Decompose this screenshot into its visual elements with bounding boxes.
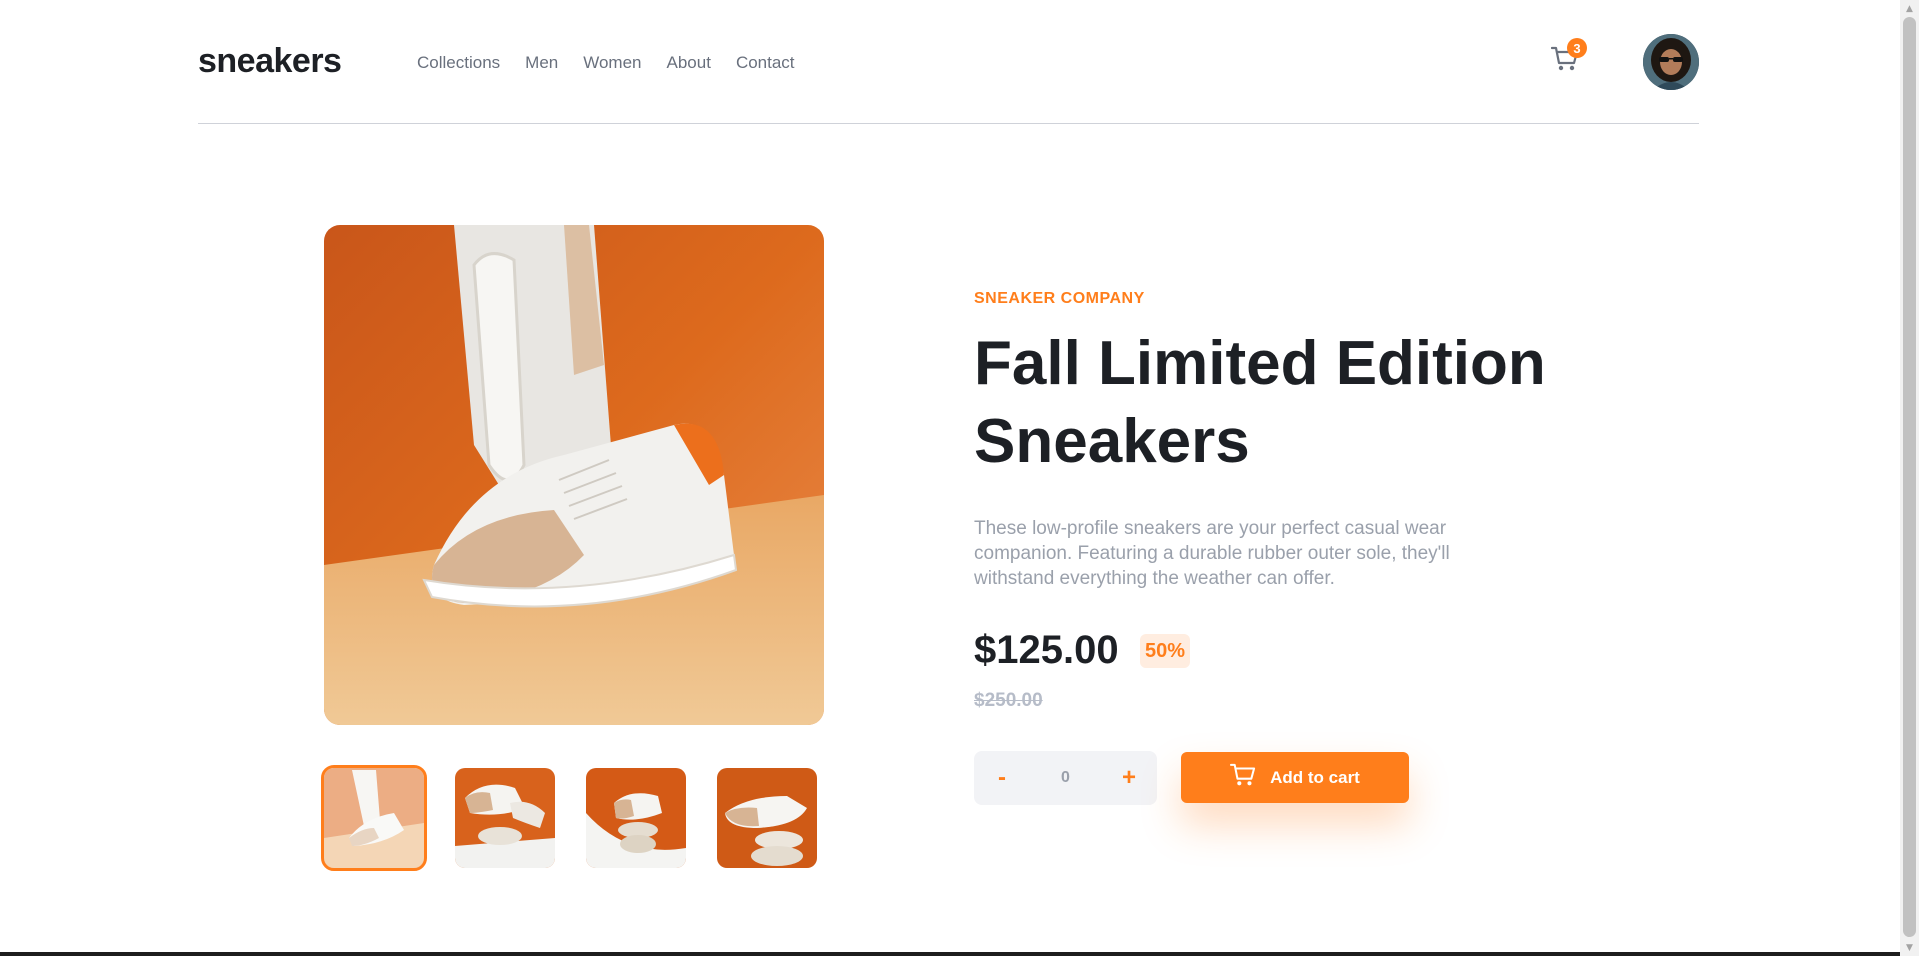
quantity-value: 0 <box>1061 769 1070 786</box>
nav-contact[interactable]: Contact <box>736 53 795 73</box>
product-title: Fall Limited Edition Sneakers <box>974 329 1546 476</box>
main-nav: Collections Men Women About Contact <box>417 53 795 73</box>
thumbnail-4[interactable] <box>717 768 817 868</box>
increase-quantity-button[interactable]: + <box>1101 751 1157 805</box>
discount-badge: 50% <box>1140 634 1190 668</box>
page: sneakers Collections Men Women About Con… <box>0 0 1900 952</box>
thumbnail-3[interactable] <box>586 768 686 868</box>
avatar[interactable] <box>1643 34 1699 90</box>
current-price: $125.00 <box>974 628 1119 672</box>
window-bottom-edge <box>0 952 1900 956</box>
decrease-quantity-button[interactable]: - <box>974 751 1030 805</box>
add-to-cart-button[interactable]: Add to cart <box>1181 752 1409 803</box>
original-price: $250.00 <box>974 690 1043 711</box>
nav-collections[interactable]: Collections <box>417 53 500 73</box>
cart-icon <box>1230 763 1256 792</box>
add-to-cart-label: Add to cart <box>1270 767 1360 787</box>
product-main-image[interactable] <box>324 225 824 725</box>
vertical-scrollbar[interactable]: ▲ ▼ <box>1900 0 1919 956</box>
scroll-up-icon[interactable]: ▲ <box>1900 0 1919 17</box>
logo[interactable]: sneakers <box>198 42 342 81</box>
nav-women[interactable]: Women <box>583 53 641 73</box>
nav-about[interactable]: About <box>667 53 711 73</box>
nav-men[interactable]: Men <box>525 53 558 73</box>
thumbnail-1[interactable] <box>321 765 427 871</box>
product-description: These low-profile sneakers are your perf… <box>974 518 1450 589</box>
scrollbar-thumb[interactable] <box>1903 17 1916 937</box>
company-label: SNEAKER COMPANY <box>974 290 1145 307</box>
quantity-stepper: - 0 + <box>974 751 1157 805</box>
scroll-down-icon[interactable]: ▼ <box>1900 939 1919 956</box>
site-header: sneakers Collections Men Women About Con… <box>198 0 1699 124</box>
cart-count-badge: 3 <box>1567 38 1587 58</box>
thumbnail-2[interactable] <box>455 768 555 868</box>
